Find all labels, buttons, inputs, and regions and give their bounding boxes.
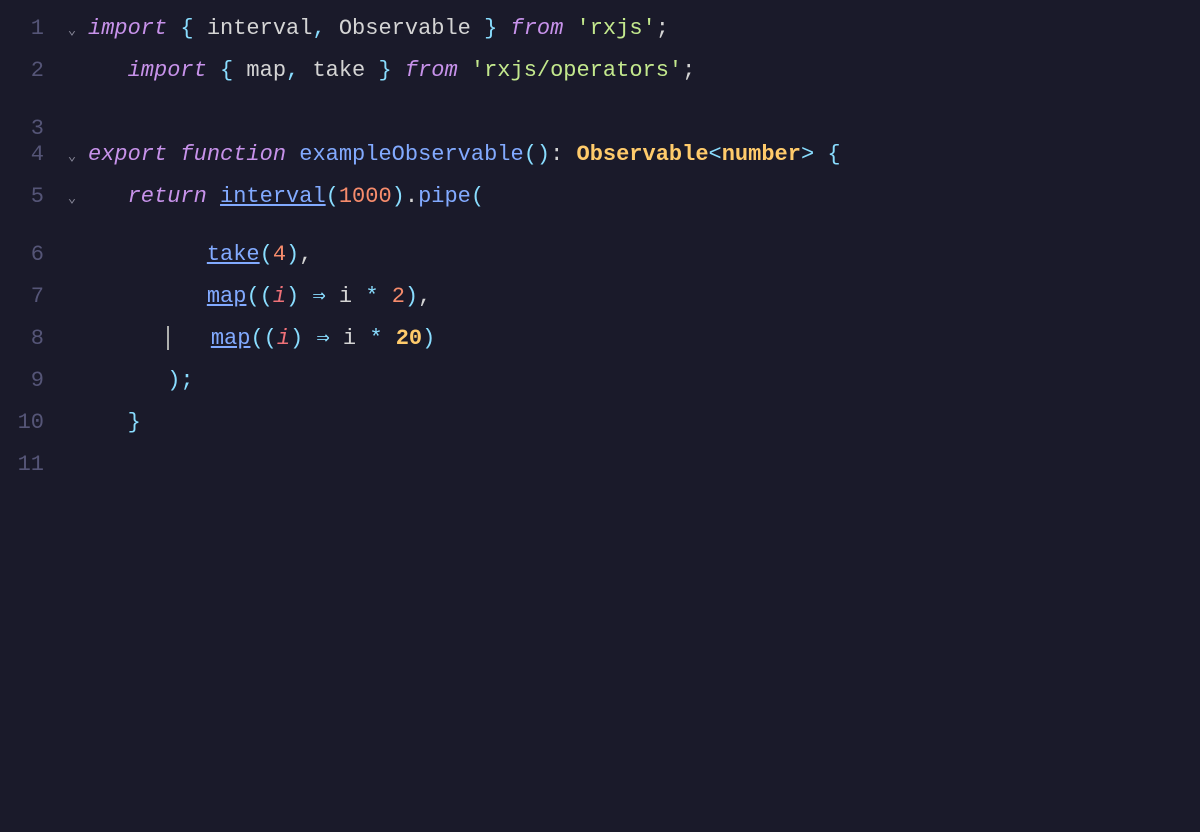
code-editor: 1 ⌄ import { interval, Observable } from… — [0, 0, 1200, 832]
code-line-4: 4 ⌄ export function exampleObservable():… — [0, 134, 1200, 176]
line-content-6: take(4), — [84, 234, 1200, 276]
line-content-10: } — [84, 402, 1200, 444]
code-line-2: 2 ⌄ import { map, take } from 'rxjs/oper… — [0, 50, 1200, 92]
line-number-9: 9 — [0, 360, 60, 402]
line-number-6: 6 — [0, 234, 60, 276]
code-area: 1 ⌄ import { interval, Observable } from… — [0, 0, 1200, 478]
line-number-2: 2 — [0, 50, 60, 92]
line-number-1: 1 — [0, 8, 60, 50]
fold-arrow-5[interactable]: ⌄ — [60, 178, 84, 220]
code-line-3: 3 — [0, 92, 1200, 134]
line-number-8: 8 — [0, 318, 60, 360]
line-number-4: 4 — [0, 134, 60, 176]
line-content-4: export function exampleObservable(): Obs… — [84, 134, 1200, 176]
line-content-7: map((i) ⇒ i * 2), — [84, 276, 1200, 318]
line-content-1: import { interval, Observable } from 'rx… — [84, 8, 1200, 50]
line-number-11: 11 — [0, 444, 60, 486]
fold-arrow-1[interactable]: ⌄ — [60, 10, 84, 52]
line-content-9: ); — [84, 360, 1200, 402]
text-cursor — [167, 326, 169, 350]
code-line-6: 6 take(4), — [0, 218, 1200, 260]
code-line-1: 1 ⌄ import { interval, Observable } from… — [0, 8, 1200, 50]
fold-arrow-4[interactable]: ⌄ — [60, 136, 84, 178]
line-number-10: 10 — [0, 402, 60, 444]
line-number-5: 5 — [0, 176, 60, 218]
line-content-5: return interval(1000).pipe( — [84, 176, 1200, 218]
line-number-7: 7 — [0, 276, 60, 318]
code-line-5: 5 ⌄ return interval(1000).pipe( — [0, 176, 1200, 218]
line-content-2: import { map, take } from 'rxjs/operator… — [84, 50, 1200, 92]
line-content-8: map((i) ⇒ i * 20) — [84, 318, 1200, 360]
